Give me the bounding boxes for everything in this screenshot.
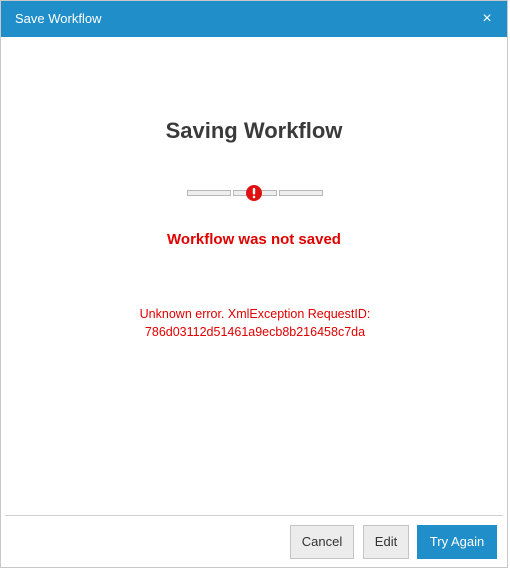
close-button[interactable]: ×	[477, 9, 497, 29]
cancel-button[interactable]: Cancel	[290, 525, 354, 559]
try-again-button[interactable]: Try Again	[417, 525, 497, 559]
page-title: Saving Workflow	[165, 118, 343, 143]
error-message-line: Unknown error. XmlException RequestID:	[139, 307, 371, 321]
error-exclamation-icon	[246, 185, 262, 201]
close-icon: ×	[482, 10, 492, 27]
edit-button[interactable]: Edit	[363, 525, 409, 559]
progress-segment	[187, 190, 231, 196]
error-message: Unknown error. XmlException RequestID: 7…	[61, 305, 449, 341]
save-status-text: Workflow was not saved	[167, 231, 341, 248]
footer-divider	[5, 515, 503, 516]
error-message-line: 786d03112d51461a9ecb8b216458c7da	[144, 325, 366, 339]
save-workflow-dialog: Save Workflow × Saving Workflow Workflow…	[0, 0, 508, 568]
dialog-titlebar: Save Workflow ×	[1, 1, 507, 37]
dialog-title: Save Workflow	[15, 11, 102, 26]
progress-segment	[279, 190, 323, 196]
save-progress-indicator	[187, 185, 323, 201]
